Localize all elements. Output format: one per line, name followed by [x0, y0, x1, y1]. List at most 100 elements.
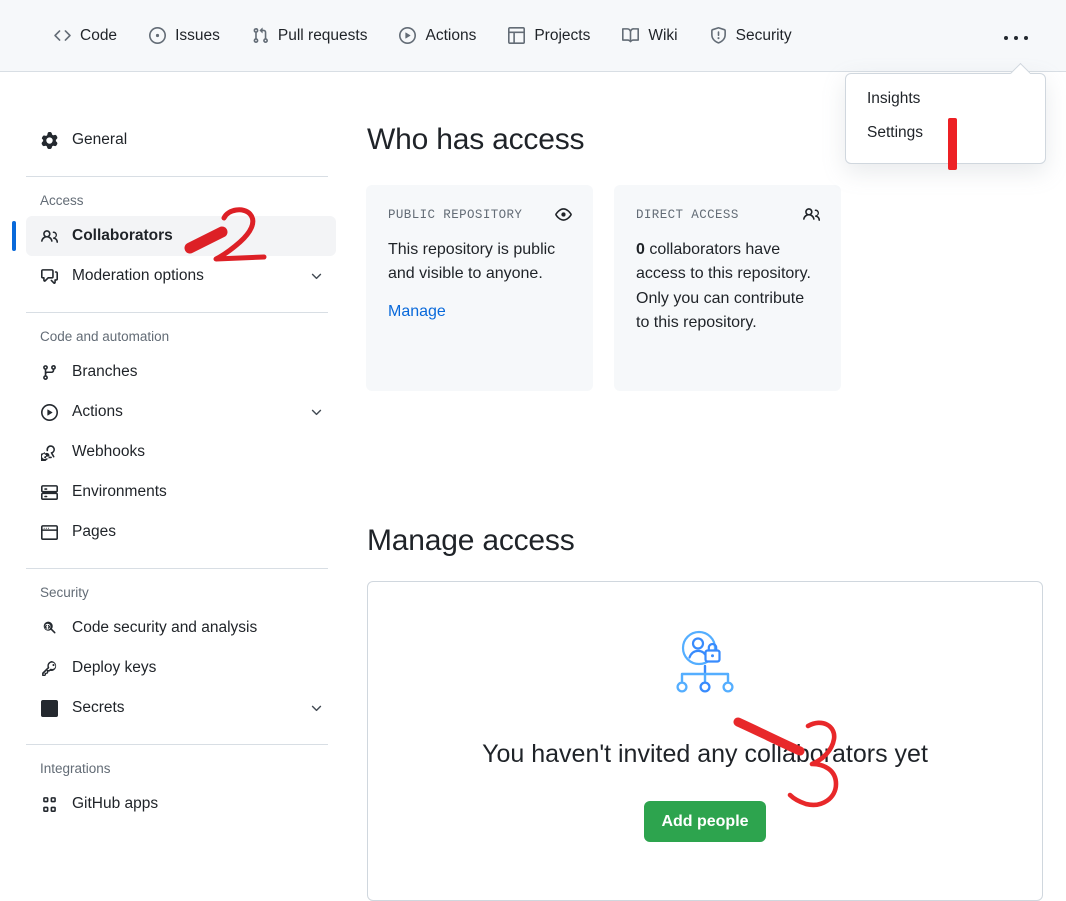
server-icon	[40, 483, 58, 501]
dropdown-caret-icon	[1010, 63, 1030, 74]
key-icon	[40, 659, 58, 677]
page-title-manage-access: Manage access	[367, 524, 575, 557]
user-lock-hierarchy-icon	[676, 630, 734, 693]
card-body: 0 collaborators have access to this repo…	[636, 238, 820, 336]
sidebar-item-general[interactable]: General	[26, 120, 336, 160]
nav-item-actions[interactable]: Actions	[383, 0, 492, 71]
webhook-icon	[40, 443, 58, 461]
sidebar-item-webhooks[interactable]: Webhooks	[26, 432, 336, 472]
add-people-button[interactable]: Add people	[644, 801, 766, 842]
dropdown-item-settings[interactable]: Settings	[846, 116, 1045, 150]
sidebar-item-label: Deploy keys	[72, 659, 157, 676]
chevron-down-icon[interactable]	[308, 404, 324, 420]
git-pull-request-icon	[252, 27, 269, 44]
sidebar-item-github-apps[interactable]: GitHub apps	[26, 784, 336, 824]
dropdown-item-label: Settings	[867, 124, 924, 141]
nav-item-issues[interactable]: Issues	[133, 0, 236, 71]
manage-link[interactable]: Manage	[388, 303, 446, 321]
card-header: PUBLIC REPOSITORY	[388, 206, 572, 223]
nav-item-code[interactable]: Code	[38, 0, 133, 71]
sidebar-item-label: Webhooks	[72, 443, 145, 460]
nav-item-label: Pull requests	[277, 26, 368, 44]
gear-icon	[40, 131, 58, 149]
play-icon	[40, 403, 58, 421]
nav-item-label: Security	[735, 26, 792, 44]
sidebar-item-label: GitHub apps	[72, 795, 159, 812]
card-label: PUBLIC REPOSITORY	[388, 207, 523, 222]
sidebar-item-label: Actions	[72, 403, 123, 420]
card-body-text: collaborators have access to this reposi…	[636, 241, 811, 332]
collaborator-count: 0	[636, 241, 645, 258]
public-repository-card: PUBLIC REPOSITORY This repository is pub…	[366, 185, 593, 391]
dropdown-item-label: Insights	[867, 90, 921, 107]
table-icon	[508, 27, 526, 44]
git-branch-icon	[40, 363, 58, 381]
card-label: DIRECT ACCESS	[636, 207, 739, 222]
chevron-down-icon[interactable]	[308, 700, 324, 716]
overflow-dropdown-menu: Insights Settings	[845, 73, 1046, 164]
kebab-dot	[1024, 36, 1028, 40]
comment-discussion-icon	[40, 267, 58, 285]
sidebar-item-label: Code security and analysis	[72, 619, 258, 636]
nav-item-projects[interactable]: Projects	[492, 0, 606, 71]
sidebar-divider	[26, 744, 328, 745]
issue-opened-icon	[149, 27, 167, 44]
sidebar-item-actions[interactable]: Actions	[26, 392, 336, 432]
book-icon	[622, 27, 640, 44]
empty-state-heading: You haven't invited any collaborators ye…	[482, 740, 928, 768]
more-options-button[interactable]	[995, 26, 1037, 50]
sidebar-item-collaborators[interactable]: Collaborators	[12, 216, 336, 256]
people-icon	[803, 206, 820, 223]
apps-icon	[40, 795, 58, 813]
sidebar-divider	[26, 312, 328, 313]
codescan-icon	[40, 619, 58, 637]
code-icon	[54, 27, 71, 44]
sidebar-item-label: Environments	[72, 483, 167, 500]
eye-icon	[555, 206, 572, 223]
nav-item-pull-requests[interactable]: Pull requests	[236, 0, 384, 71]
sidebar-divider	[26, 568, 328, 569]
sidebar-item-label: General	[72, 131, 128, 148]
nav-item-label: Actions	[425, 26, 477, 44]
repo-nav: Code Issues Pull requests Actions Projec	[38, 0, 808, 71]
card-body: This repository is public and visible to…	[388, 241, 556, 283]
nav-item-wiki[interactable]: Wiki	[606, 0, 693, 71]
sidebar-item-label: Pages	[72, 523, 116, 540]
sidebar-item-label: Secrets	[72, 699, 125, 716]
sidebar-item-branches[interactable]: Branches	[26, 352, 336, 392]
sidebar-group-title-access: Access	[40, 193, 84, 208]
kebab-dot	[1004, 36, 1008, 40]
sidebar-item-code-security-and-analysis[interactable]: Code security and analysis	[26, 608, 336, 648]
sidebar-group-title-code-and-automation: Code and automation	[40, 329, 170, 344]
sidebar-item-label: Collaborators	[72, 227, 173, 244]
browser-icon	[40, 523, 58, 541]
sidebar-group-title-integrations: Integrations	[40, 761, 111, 776]
nav-item-label: Projects	[534, 26, 591, 44]
nav-item-security[interactable]: Security	[694, 0, 808, 71]
nav-item-label: Wiki	[648, 26, 678, 44]
shield-icon	[710, 27, 727, 44]
sidebar-item-environments[interactable]: Environments	[26, 472, 336, 512]
access-cards: PUBLIC REPOSITORY This repository is pub…	[366, 185, 841, 391]
settings-sidebar: General Access Collaborators Moderation …	[0, 72, 346, 824]
manage-access-panel: You haven't invited any collaborators ye…	[367, 581, 1043, 901]
sidebar-item-label: Moderation options	[72, 267, 204, 284]
sidebar-item-deploy-keys[interactable]: Deploy keys	[26, 648, 336, 688]
kebab-dot	[1014, 36, 1018, 40]
sidebar-divider	[26, 176, 328, 177]
chevron-down-icon[interactable]	[308, 268, 324, 284]
dropdown-item-insights[interactable]: Insights	[846, 82, 1045, 116]
sidebar-group-title-security: Security	[40, 585, 89, 600]
direct-access-card: DIRECT ACCESS 0 collaborators have acces…	[614, 185, 841, 391]
asterisk-box-icon	[40, 699, 58, 717]
sidebar-item-pages[interactable]: Pages	[26, 512, 336, 552]
people-icon	[40, 227, 58, 245]
page-title-who-has-access: Who has access	[367, 123, 585, 156]
sidebar-item-moderation-options[interactable]: Moderation options	[26, 256, 336, 296]
nav-item-label: Issues	[175, 26, 220, 44]
sidebar-item-secrets[interactable]: Secrets	[26, 688, 336, 728]
card-header: DIRECT ACCESS	[636, 206, 820, 223]
sidebar-item-label: Branches	[72, 363, 138, 380]
play-icon	[399, 27, 417, 44]
nav-item-label: Code	[80, 26, 118, 44]
